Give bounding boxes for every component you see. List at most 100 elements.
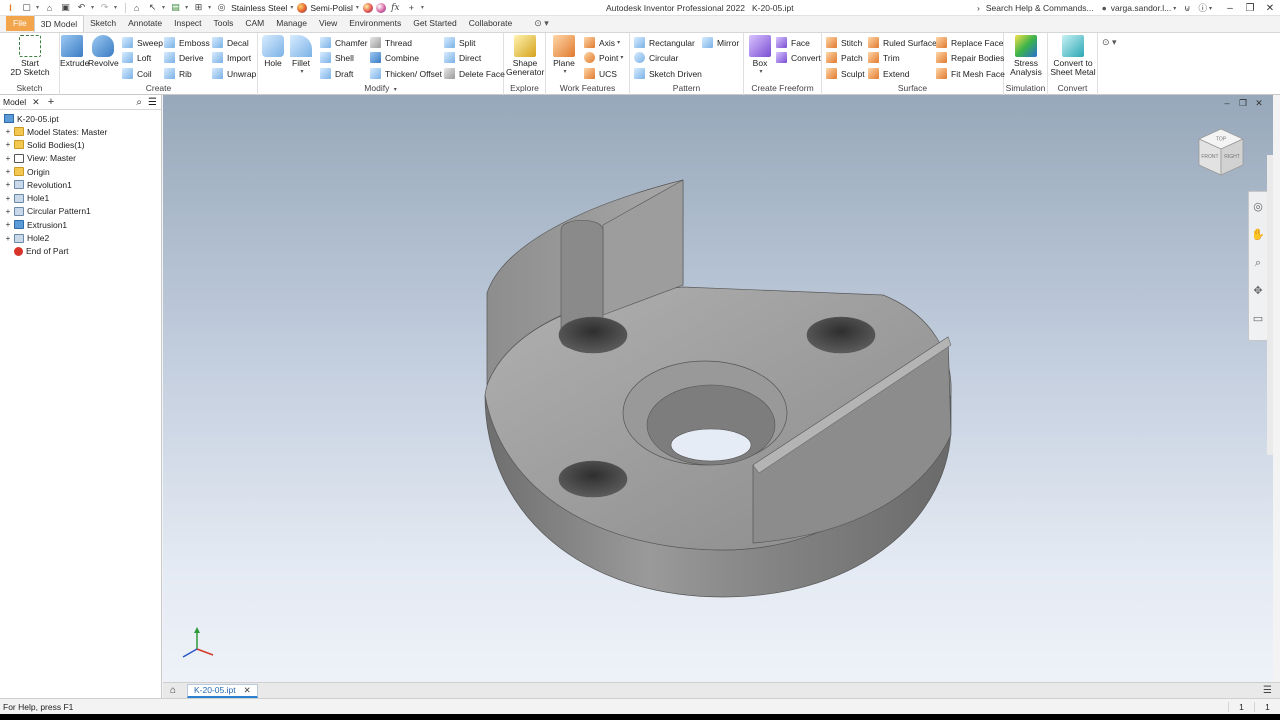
tab-annotate[interactable]: Annotate — [122, 15, 168, 32]
inventor-logo-icon[interactable]: I — [4, 1, 17, 14]
appearance-select[interactable]: Semi-Polisl — [310, 3, 353, 13]
tab-collaborate[interactable]: Collaborate — [463, 15, 518, 32]
ribbon-options-icon[interactable]: ⊙ ▾ — [534, 15, 549, 32]
material-select[interactable]: Stainless Steel — [231, 3, 287, 13]
add-browser-tab-icon[interactable]: + — [48, 96, 54, 108]
tree-root[interactable]: K-20-05.ipt — [0, 112, 161, 125]
shape-generator-button[interactable]: Shape Generator — [506, 35, 544, 77]
loft-button[interactable]: Loft — [122, 51, 151, 64]
tree-item[interactable]: + Origin — [0, 165, 161, 178]
close-document-icon[interactable]: ✕ — [244, 685, 251, 696]
select-icon[interactable]: ↖ — [146, 1, 159, 14]
tab-manage[interactable]: Manage — [270, 15, 313, 32]
emboss-button[interactable]: Emboss — [164, 36, 210, 49]
derive-button[interactable]: Derive — [164, 51, 204, 64]
measure-icon[interactable]: ⊞ — [192, 1, 205, 14]
fit-mesh-face-button[interactable]: Fit Mesh Face — [936, 67, 1005, 80]
parameters-fx-icon[interactable]: fx — [389, 1, 402, 14]
part-model[interactable] — [163, 95, 1273, 682]
update-icon[interactable]: ▤ — [169, 1, 182, 14]
clear-appearance-icon[interactable] — [362, 2, 373, 13]
tab-inspect[interactable]: Inspect — [168, 15, 207, 32]
start-2d-sketch-button[interactable]: Start 2D Sketch — [8, 35, 52, 77]
freeform-face-button[interactable]: Face — [776, 36, 810, 49]
minimize-window-button[interactable]: – — [1220, 3, 1240, 14]
revolve-button[interactable]: Revolve — [88, 35, 119, 68]
stitch-button[interactable]: Stitch — [826, 36, 862, 49]
chamfer-button[interactable]: Chamfer — [320, 36, 368, 49]
draft-button[interactable]: Draft — [320, 67, 353, 80]
cart-icon[interactable]: ⊍ — [1184, 3, 1190, 14]
tab-get-started[interactable]: Get Started — [407, 15, 462, 32]
document-tab[interactable]: K-20-05.ipt ✕ — [187, 683, 258, 698]
tree-item[interactable]: + Revolution1 — [0, 178, 161, 191]
import-button[interactable]: Import — [212, 51, 251, 64]
add-icon[interactable]: + — [405, 1, 418, 14]
sketch-driven-pattern-button[interactable]: Sketch Driven — [634, 67, 702, 80]
redo-icon[interactable]: ↷ — [98, 1, 111, 14]
freeform-box-button[interactable]: Box ▾ — [746, 35, 774, 77]
tab-environments[interactable]: Environments — [343, 15, 407, 32]
tree-item[interactable]: End of Part — [0, 245, 161, 258]
tab-file[interactable]: File — [6, 16, 34, 31]
convert-to-sheet-metal-button[interactable]: Convert to Sheet Metal — [1050, 35, 1096, 77]
sculpt-button[interactable]: Sculpt — [826, 67, 865, 80]
thicken-offset-button[interactable]: Thicken/ Offset — [370, 67, 442, 80]
plane-button[interactable]: Plane ▾ — [550, 35, 578, 77]
adjust-appearance-icon[interactable] — [375, 2, 386, 13]
unwrap-button[interactable]: Unwrap — [212, 67, 256, 80]
tree-item[interactable]: + Circular Pattern1 — [0, 205, 161, 218]
browser-tab-model[interactable]: Model — [3, 97, 26, 107]
rib-button[interactable]: Rib — [164, 67, 192, 80]
tab-tools[interactable]: Tools — [208, 15, 240, 32]
patch-button[interactable]: Patch — [826, 51, 863, 64]
new-file-icon[interactable]: ▢ — [20, 1, 33, 14]
save-icon[interactable]: ▣ — [59, 1, 72, 14]
freeform-convert-button[interactable]: Convert — [776, 51, 821, 64]
tree-item[interactable]: + Hole1 — [0, 191, 161, 204]
sweep-button[interactable]: Sweep — [122, 36, 163, 49]
ruled-surface-button[interactable]: Ruled Surface — [868, 36, 937, 49]
close-browser-tab-icon[interactable]: ✕ — [32, 97, 40, 108]
tree-item[interactable]: + Extrusion1 — [0, 218, 161, 231]
tree-item[interactable]: + Model States: Master — [0, 125, 161, 138]
undo-icon[interactable]: ↶ — [75, 1, 88, 14]
decal-button[interactable]: Decal — [212, 36, 249, 49]
browser-menu-icon[interactable]: ☰ — [148, 97, 157, 108]
replace-face-button[interactable]: Replace Face — [936, 36, 1003, 49]
browser-search-icon[interactable]: ⌕ — [136, 97, 142, 108]
document-tabs-menu-icon[interactable]: ☰ — [1263, 685, 1272, 696]
fillet-button[interactable]: Fillet ▾ — [288, 35, 314, 77]
tab-view[interactable]: View — [313, 15, 343, 32]
help-icon[interactable]: ⓘ ▾ — [1198, 2, 1212, 14]
user-account[interactable]: ● varga.sandor.l... ▾ — [1102, 3, 1177, 13]
rectangular-pattern-button[interactable]: Rectangular — [634, 36, 695, 49]
ucs-button[interactable]: UCS — [584, 67, 617, 80]
delete-face-button[interactable]: Delete Face — [444, 67, 505, 80]
home-icon[interactable]: ⌂ — [165, 685, 181, 696]
repair-bodies-button[interactable]: Repair Bodies — [936, 51, 1004, 64]
tab-3d-model[interactable]: 3D Model — [33, 15, 85, 32]
extrude-button[interactable]: Extrude — [60, 35, 89, 68]
hole-button[interactable]: Hole — [260, 35, 286, 68]
split-button[interactable]: Split — [444, 36, 476, 49]
ribbon-more-icon[interactable]: ⊙ ▾ — [1102, 37, 1117, 48]
tree-item[interactable]: + View: Master — [0, 152, 161, 165]
restore-window-button[interactable]: ❐ — [1240, 3, 1260, 14]
mirror-button[interactable]: Mirror — [702, 36, 739, 49]
open-folder-icon[interactable]: ⌂ — [43, 1, 56, 14]
extend-button[interactable]: Extend — [868, 67, 909, 80]
tab-sketch[interactable]: Sketch — [84, 15, 122, 32]
thread-button[interactable]: Thread — [370, 36, 412, 49]
combine-button[interactable]: Combine — [370, 51, 419, 64]
trim-button[interactable]: Trim — [868, 51, 900, 64]
tree-item[interactable]: + Hole2 — [0, 231, 161, 244]
panel-label-modify[interactable]: Modify ▾ — [258, 83, 503, 93]
shell-button[interactable]: Shell — [320, 51, 354, 64]
customize-qat-icon[interactable]: ▾ — [421, 4, 424, 11]
tab-cam[interactable]: CAM — [239, 15, 270, 32]
tree-item[interactable]: + Solid Bodies(1) — [0, 138, 161, 151]
close-window-button[interactable]: ✕ — [1260, 3, 1280, 14]
search-help-box[interactable]: › Search Help & Commands... — [977, 3, 1094, 13]
point-button[interactable]: Point ▾ — [584, 51, 623, 64]
